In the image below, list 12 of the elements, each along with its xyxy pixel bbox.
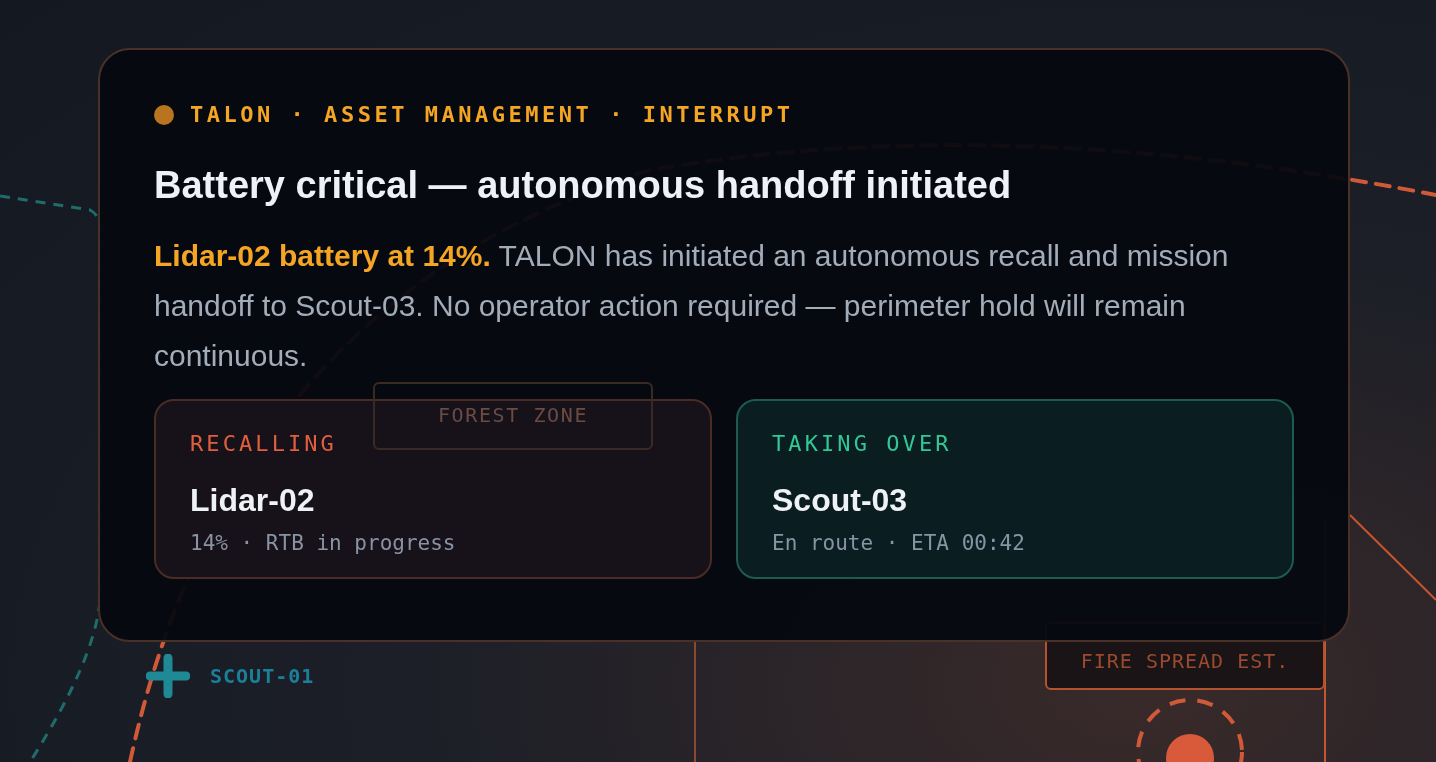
alert-message: Lidar-02 battery at 14%. TALON has initiated an autonomous recall and mission handoff to Scout-03. No operator action required — perimeter hold will remain continuous. <box>154 238 1230 374</box>
unit-label: SCOUT-01 <box>210 663 315 690</box>
alert-title: Battery critical — autonomous handoff initiated <box>154 163 1013 208</box>
asset-detail: 14% · RTB in progress <box>190 530 457 557</box>
crosshair-icon <box>146 654 190 698</box>
zone-label: FOREST ZONE <box>373 382 653 450</box>
asset-detail: En route · ETA 00:42 <box>772 530 1026 557</box>
asset-name: Scout-03 <box>772 481 909 520</box>
alert-source: TALON · ASSET MANAGEMENT · INTERRUPT <box>190 101 794 129</box>
asset-name: Lidar-02 <box>190 481 316 520</box>
asset-status: RECALLING <box>190 430 338 458</box>
asset-status: TAKING OVER <box>772 430 953 458</box>
